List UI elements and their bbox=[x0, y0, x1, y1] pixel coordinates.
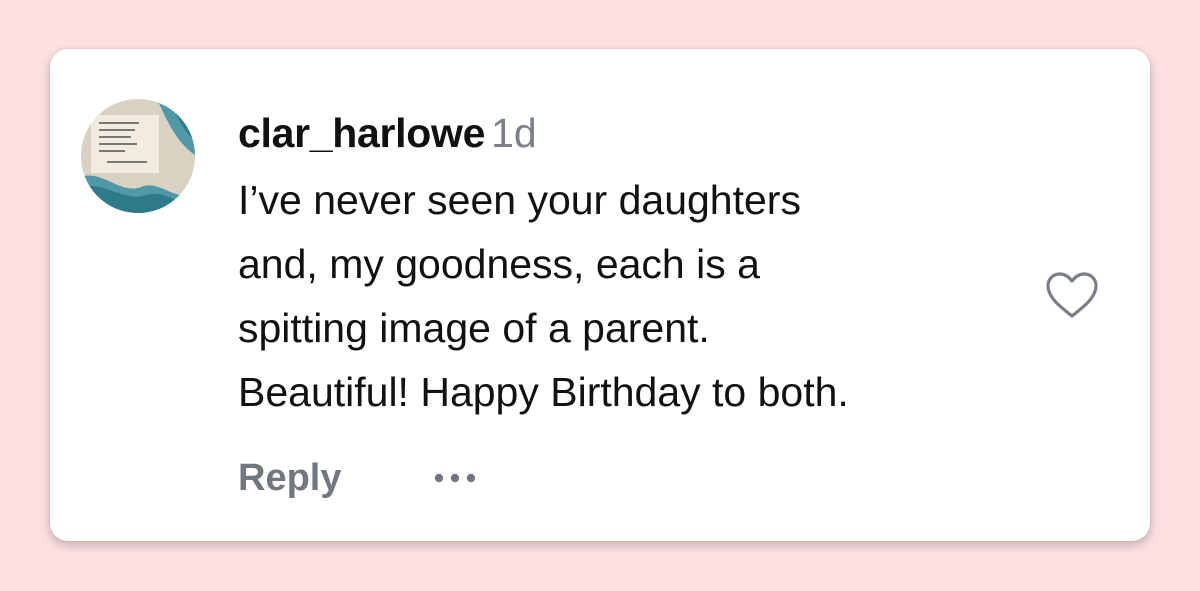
like-button[interactable] bbox=[1044, 271, 1100, 321]
comment-card: clar_harlowe 1d I’ve never seen your daug… bbox=[50, 49, 1150, 541]
comment-line: and, my goodness, each is a bbox=[238, 241, 760, 287]
comment-text: I’ve never seen your daughters and, my g… bbox=[238, 168, 1058, 424]
comment-line: spitting image of a parent. bbox=[238, 305, 710, 351]
more-horizontal-icon bbox=[435, 473, 476, 483]
timestamp: 1d bbox=[491, 110, 537, 156]
comment-line: Beautiful! Happy Birthday to both. bbox=[238, 369, 849, 415]
avatar-image bbox=[81, 99, 195, 213]
comment-actions: Reply bbox=[238, 453, 487, 503]
more-options-button[interactable] bbox=[431, 468, 487, 488]
username[interactable]: clar_harlowe bbox=[238, 110, 485, 156]
reply-button[interactable]: Reply bbox=[238, 457, 341, 500]
heart-outline-icon bbox=[1046, 272, 1098, 318]
comment-header: clar_harlowe 1d bbox=[238, 108, 537, 168]
avatar[interactable] bbox=[81, 99, 195, 213]
comment-line: I’ve never seen your daughters bbox=[238, 177, 801, 223]
